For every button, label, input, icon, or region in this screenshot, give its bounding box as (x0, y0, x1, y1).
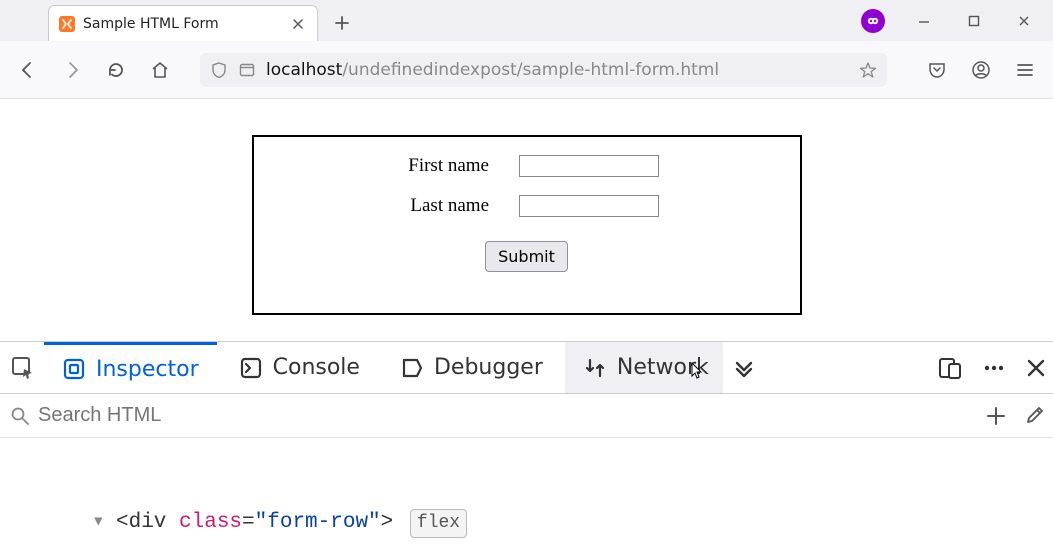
window-controls (861, 0, 1053, 41)
address-bar[interactable]: localhost/undefinedindexpost/sample-html… (200, 53, 887, 87)
tab-inspector-label: Inspector (96, 357, 199, 382)
tab-strip: Sample HTML Form (0, 0, 1053, 41)
devtools-tabs-overflow-icon[interactable] (727, 351, 761, 385)
first-name-input[interactable] (519, 155, 659, 177)
account-icon[interactable] (967, 56, 995, 84)
first-name-label: First name (394, 155, 489, 177)
shield-icon[interactable] (210, 61, 228, 79)
xampp-favicon-icon (59, 16, 75, 32)
markup-line-div[interactable]: ▾<div class="form-row"> flex (0, 507, 1053, 539)
eyedropper-icon[interactable] (1023, 405, 1045, 427)
app-menu-icon[interactable] (1011, 56, 1039, 84)
home-button[interactable] (146, 56, 174, 84)
devtools-panel: Inspector Console Debugger Network (0, 341, 1053, 551)
back-button[interactable] (14, 56, 42, 84)
devtools-menu-icon[interactable] (981, 355, 1007, 381)
last-name-input[interactable] (519, 195, 659, 217)
element-picker-icon[interactable] (6, 351, 40, 385)
debugger-icon (400, 356, 424, 380)
tab-console[interactable]: Console (221, 342, 378, 393)
devtools-markup-view[interactable]: ▾<div class="form-row"> flex <label id="… (0, 438, 1053, 551)
maximize-icon[interactable] (963, 10, 985, 32)
search-icon (10, 406, 30, 426)
minimize-icon[interactable] (913, 10, 935, 32)
add-element-icon[interactable] (985, 405, 1007, 427)
devtools-search-input[interactable] (36, 403, 1043, 428)
tab-title: Sample HTML Form (83, 16, 281, 32)
forward-button[interactable] (58, 56, 86, 84)
devtools-search-bar (0, 394, 1053, 438)
url-text: localhost/undefinedindexpost/sample-html… (266, 60, 849, 80)
inspector-icon (62, 357, 86, 381)
sample-form: First name Last name Submit (252, 135, 802, 315)
new-tab-button[interactable] (326, 7, 358, 39)
site-info-icon[interactable] (238, 61, 256, 79)
tab-debugger-label: Debugger (434, 355, 543, 380)
last-name-label: Last name (394, 195, 489, 217)
responsive-mode-icon[interactable] (937, 355, 963, 381)
browser-tab[interactable]: Sample HTML Form (48, 5, 318, 41)
reload-button[interactable] (102, 56, 130, 84)
browser-toolbar: localhost/undefinedindexpost/sample-html… (0, 41, 1053, 99)
cursor-icon (691, 362, 705, 380)
bookmark-star-icon[interactable] (859, 61, 877, 79)
tab-inspector[interactable]: Inspector (44, 342, 217, 393)
page-content: First name Last name Submit (0, 99, 1053, 341)
twisty-icon[interactable]: ▾ (92, 507, 105, 539)
tab-close-icon[interactable] (289, 15, 307, 33)
extension-icon[interactable] (861, 9, 885, 33)
pocket-icon[interactable] (923, 56, 951, 84)
close-icon[interactable] (1013, 10, 1035, 32)
tab-console-label: Console (273, 355, 360, 380)
tab-debugger[interactable]: Debugger (382, 342, 561, 393)
network-icon (583, 356, 607, 380)
tab-network[interactable]: Network (565, 342, 723, 393)
devtools-close-icon[interactable] (1025, 357, 1047, 379)
flex-badge[interactable]: flex (410, 509, 467, 538)
submit-button[interactable]: Submit (485, 241, 568, 272)
form-row-last-name: Last name (284, 195, 770, 217)
form-row-first-name: First name (284, 155, 770, 177)
devtools-tabs: Inspector Console Debugger Network (0, 342, 1053, 394)
console-icon (239, 356, 263, 380)
